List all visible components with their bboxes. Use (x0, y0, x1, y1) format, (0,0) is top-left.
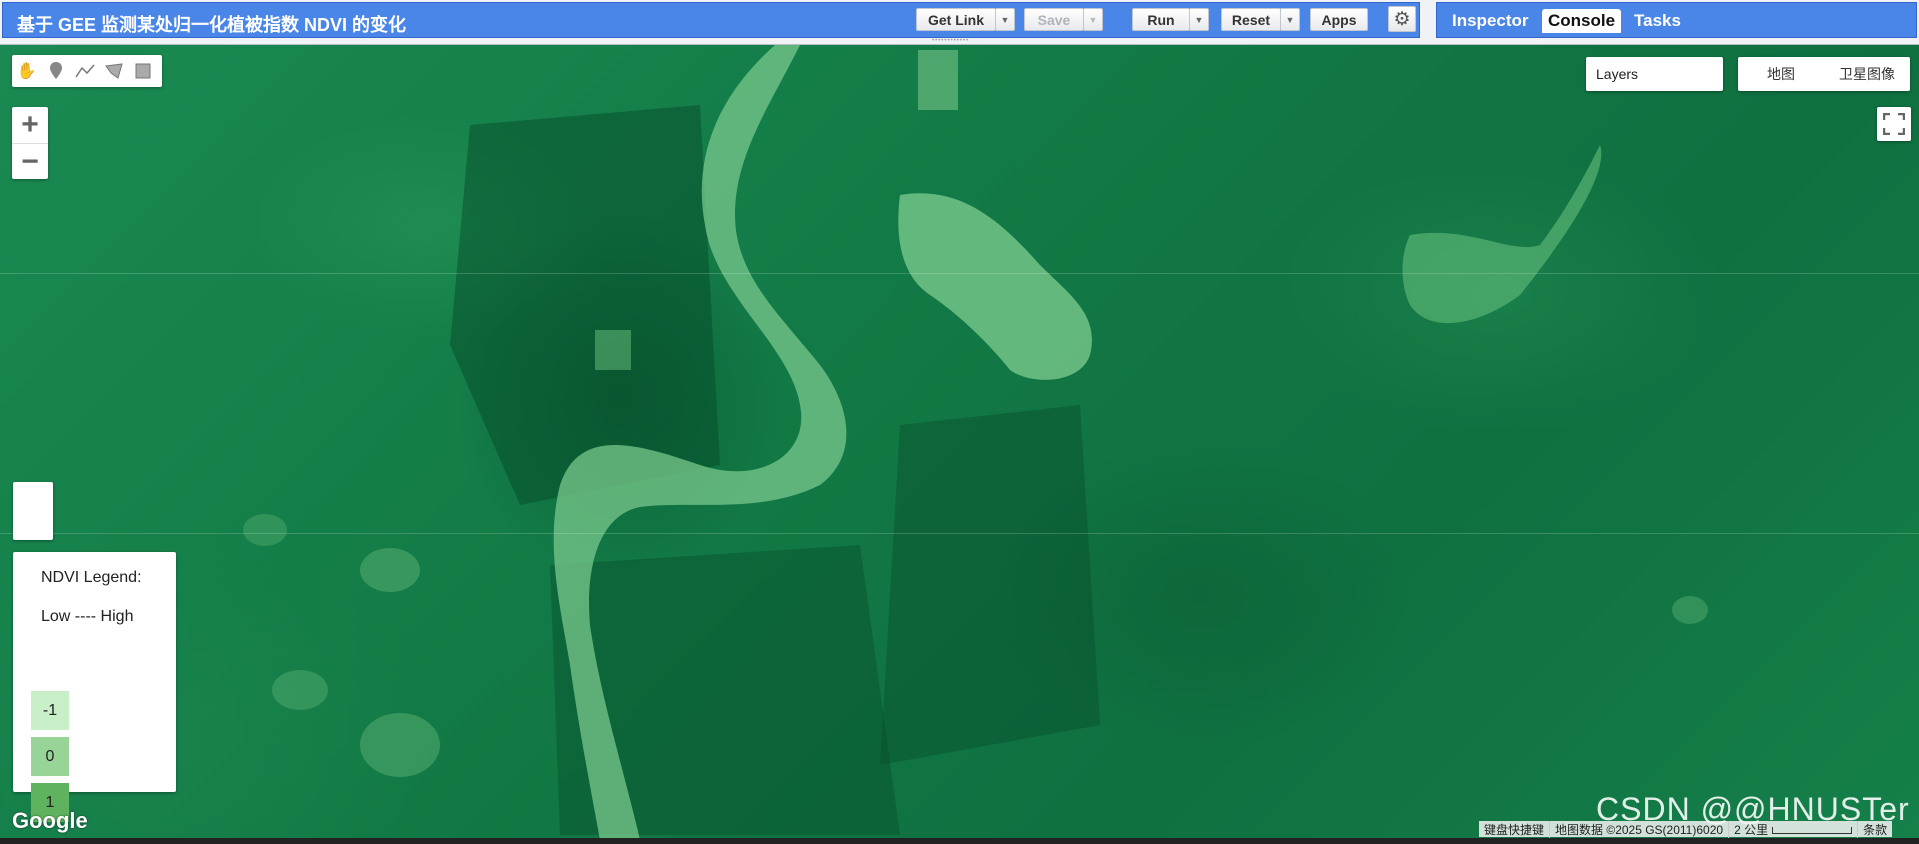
fullscreen-icon[interactable] (1877, 107, 1911, 141)
settings-gear-icon[interactable]: ⚙ (1388, 6, 1416, 32)
zoom-out-minus-icon[interactable]: − (12, 143, 48, 180)
reset-dropdown[interactable]: ▼ (1280, 8, 1300, 31)
tab-console[interactable]: Console (1542, 9, 1622, 33)
legend-range: Low ---- High (41, 608, 134, 625)
bottom-edge (0, 838, 1919, 844)
scale-label: 2 公里 (1729, 820, 1859, 838)
script-title: 基于 GEE 监测某处归一化植被指数 NDVI 的变化 (17, 15, 407, 35)
draw-polygon-icon[interactable] (99, 56, 128, 86)
legend-swatch: -1 (31, 691, 69, 730)
google-logo: Google (12, 808, 88, 833)
tile-seam (0, 273, 1919, 274)
tab-inspector[interactable]: Inspector (1446, 9, 1535, 33)
tile-seam (0, 533, 1919, 534)
get-link-dropdown[interactable]: ▼ (995, 8, 1015, 31)
empty-panel (13, 482, 53, 540)
apps-button[interactable]: Apps (1310, 8, 1368, 31)
terms-link[interactable]: 条款 (1858, 821, 1892, 838)
map-data-attribution: 地图数据 ©2025 GS(2011)6020 (1550, 820, 1730, 838)
zoom-in-plus-icon[interactable]: + (12, 107, 48, 143)
add-marker-icon[interactable] (41, 56, 70, 86)
save-dropdown[interactable]: ▼ (1083, 8, 1103, 31)
draw-rectangle-icon[interactable] (128, 56, 157, 86)
map-type-satellite[interactable]: 卫星图像 (1824, 64, 1910, 84)
map-canvas[interactable]: ✋ + − Layers 地图 卫星图像 NDVI Legend: Low --… (0, 45, 1919, 840)
layers-button[interactable]: Layers (1586, 57, 1723, 91)
save-button[interactable]: Save (1024, 8, 1084, 31)
scale-bar (1772, 826, 1853, 834)
get-link-button[interactable]: Get Link (916, 8, 996, 31)
ndvi-legend: NDVI Legend: Low ---- High -1 0 1 (13, 552, 176, 822)
keyboard-shortcuts-link[interactable]: 键盘快捷键 (1479, 820, 1551, 838)
legend-title: NDVI Legend: (41, 569, 142, 586)
top-toolbar: 基于 GEE 监测某处归一化植被指数 NDVI 的变化 Get Link ▼ S… (0, 0, 1919, 45)
drawing-tools: ✋ (12, 55, 162, 87)
run-dropdown[interactable]: ▼ (1189, 8, 1209, 31)
map-type-toggle: 地图 卫星图像 (1738, 57, 1910, 91)
map-attribution: 键盘快捷键 地图数据 ©2025 GS(2011)6020 2 公里 条款 (1479, 820, 1893, 838)
legend-swatch: 0 (31, 737, 69, 776)
reset-button[interactable]: Reset (1221, 8, 1281, 31)
satellite-imagery (243, 45, 1708, 840)
panel-resize-handle[interactable]: •••••••••••• (932, 38, 988, 44)
draw-line-icon[interactable] (70, 56, 99, 86)
pan-hand-icon[interactable]: ✋ (12, 56, 41, 86)
zoom-control: + − (12, 107, 48, 179)
tab-tasks[interactable]: Tasks (1628, 9, 1687, 33)
right-panel-tabs: Inspector Console Tasks (1436, 2, 1917, 38)
run-button[interactable]: Run (1132, 8, 1190, 31)
map-type-map[interactable]: 地图 (1738, 64, 1824, 84)
